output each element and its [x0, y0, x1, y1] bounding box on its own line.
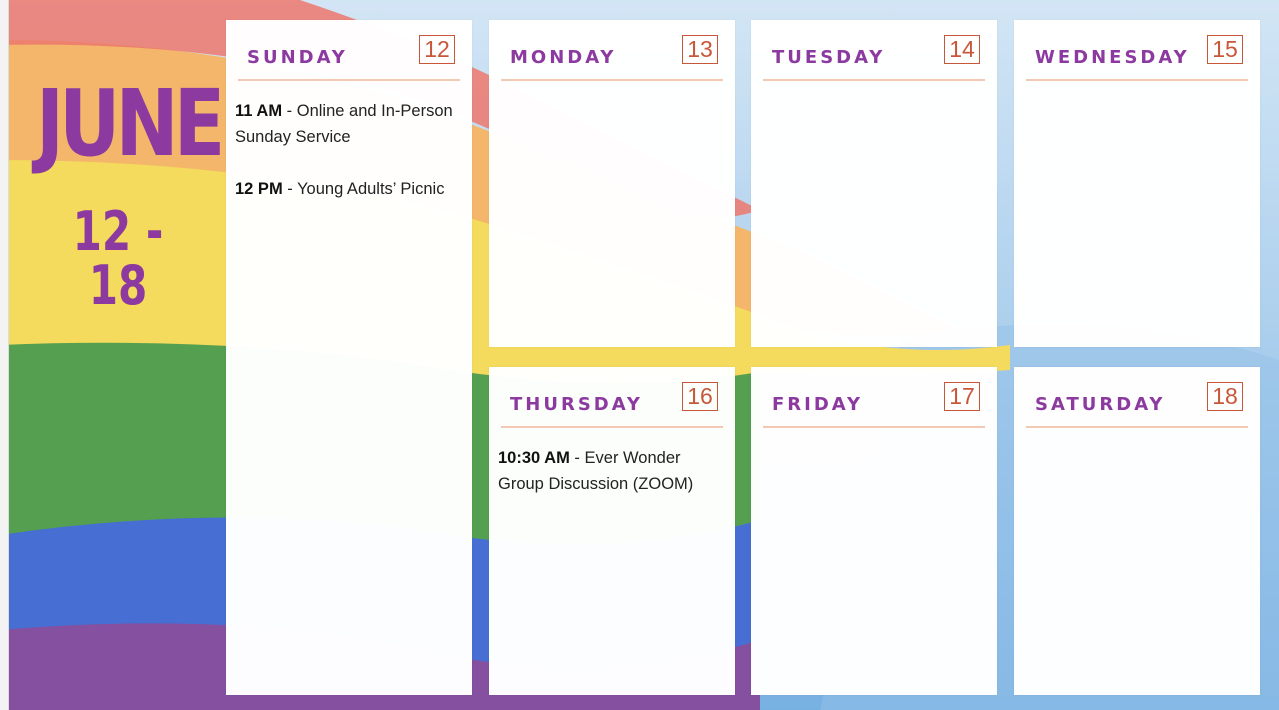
divider	[238, 79, 460, 81]
month-title: JUNE	[36, 70, 225, 177]
date-box: 16	[682, 382, 718, 411]
event-time: 11 AM	[235, 102, 283, 120]
calendar-page: JUNE 12 - 18 SUNDAY 12 11 AM - Online an…	[0, 0, 1279, 710]
divider	[1026, 79, 1248, 81]
event-title: Young Adults’ Picnic	[297, 180, 445, 198]
day-card-sunday: SUNDAY 12 11 AM - Online and In-Person S…	[226, 20, 472, 695]
event-item: 11 AM - Online and In-Person Sunday Serv…	[235, 98, 466, 150]
day-card-wednesday: WEDNESDAY 15	[1014, 20, 1260, 347]
event-list: 11 AM - Online and In-Person Sunday Serv…	[235, 98, 466, 228]
day-name: SUNDAY	[247, 47, 348, 68]
event-time: 10:30 AM	[498, 449, 570, 467]
day-card-thursday: THURSDAY 16 10:30 AM - Ever Wonder Group…	[489, 367, 735, 695]
event-list: 10:30 AM - Ever Wonder Group Discussion …	[498, 445, 729, 523]
event-item: 12 PM - Young Adults’ Picnic	[235, 176, 466, 202]
date-box: 13	[682, 35, 718, 64]
day-name: SATURDAY	[1035, 394, 1166, 415]
week-range: 12 - 18	[72, 200, 164, 317]
date-box: 17	[944, 382, 980, 411]
date-box: 12	[419, 35, 455, 64]
event-separator: -	[569, 449, 585, 467]
day-name: THURSDAY	[510, 394, 643, 415]
divider	[763, 426, 985, 428]
day-name: WEDNESDAY	[1035, 47, 1190, 68]
divider	[763, 79, 985, 81]
date-box: 18	[1207, 382, 1243, 411]
event-time: 12 PM	[235, 180, 283, 198]
date-box: 14	[944, 35, 980, 64]
day-card-tuesday: TUESDAY 14	[751, 20, 997, 347]
day-card-monday: MONDAY 13	[489, 20, 735, 347]
day-card-saturday: SATURDAY 18	[1014, 367, 1260, 695]
event-item: 10:30 AM - Ever Wonder Group Discussion …	[498, 445, 729, 497]
event-separator: -	[282, 180, 298, 198]
day-name: FRIDAY	[772, 394, 864, 415]
day-card-friday: FRIDAY 17	[751, 367, 997, 695]
day-name: MONDAY	[510, 47, 617, 68]
divider	[501, 79, 723, 81]
date-box: 15	[1207, 35, 1243, 64]
divider	[1026, 426, 1248, 428]
event-separator: -	[282, 102, 297, 120]
day-name: TUESDAY	[772, 47, 886, 68]
sheet-edge	[0, 0, 9, 710]
divider	[501, 426, 723, 428]
